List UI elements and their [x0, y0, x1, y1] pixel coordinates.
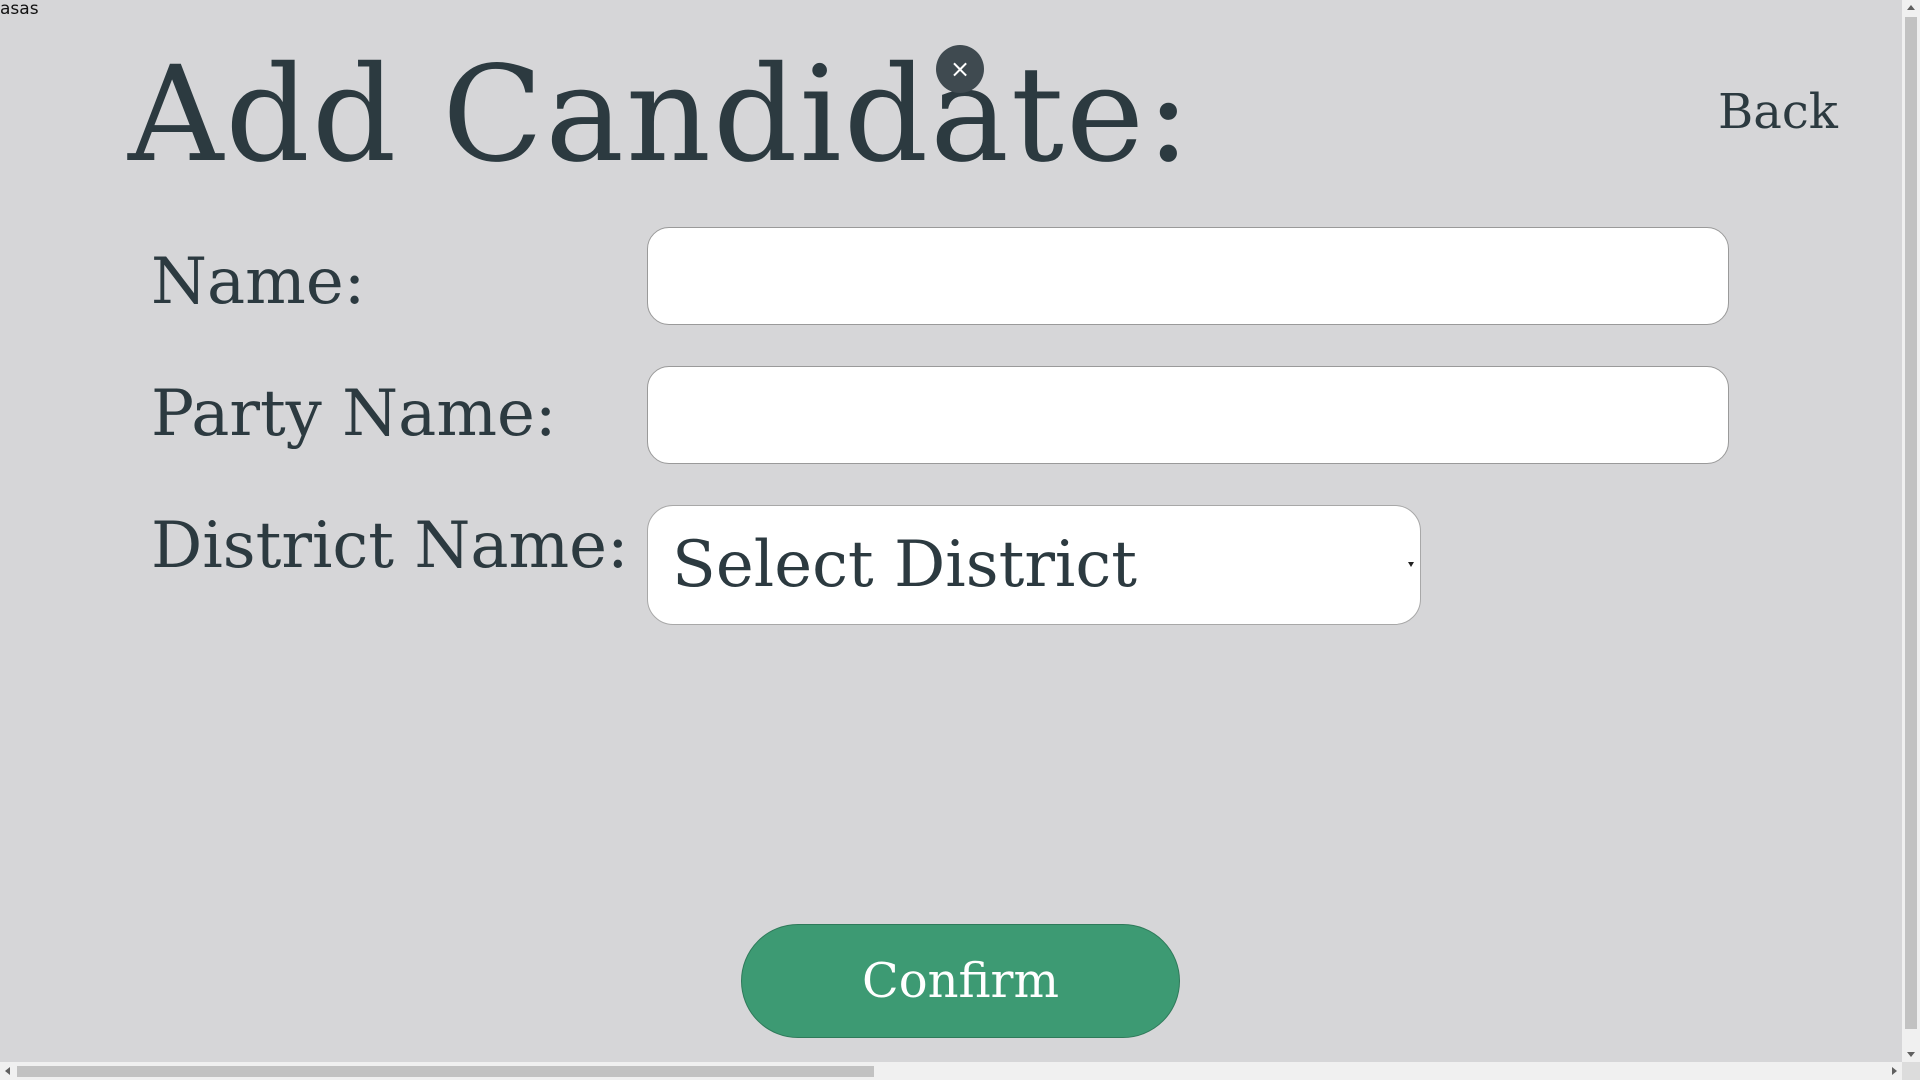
confirm-button-label: Confirm — [861, 953, 1059, 1009]
close-icon: × — [949, 55, 971, 83]
district-select-value: Select District — [672, 528, 1137, 602]
top-text: asas — [0, 0, 39, 19]
scroll-down-icon[interactable] — [1907, 1052, 1915, 1057]
back-link[interactable]: Back — [1718, 82, 1838, 142]
horizontal-scrollbar[interactable] — [0, 1062, 1902, 1080]
district-select[interactable]: Select District — [647, 505, 1421, 625]
scrollbar-corner — [1902, 1062, 1920, 1080]
vertical-scrollbar[interactable] — [1902, 0, 1920, 1062]
vertical-scroll-thumb[interactable] — [1905, 17, 1917, 1029]
scroll-up-icon[interactable] — [1907, 5, 1915, 10]
district-name-label: District Name: — [151, 509, 629, 583]
page-title: Add Candidate: — [128, 38, 1193, 192]
scroll-left-icon[interactable] — [5, 1067, 10, 1075]
party-name-input[interactable] — [647, 366, 1729, 464]
confirm-button[interactable]: Confirm — [741, 924, 1180, 1038]
page: asas Add Candidate: × Back Name: Party N… — [0, 0, 1920, 1080]
scroll-right-icon[interactable] — [1892, 1067, 1897, 1075]
name-label: Name: — [151, 245, 366, 319]
party-name-label: Party Name: — [151, 377, 557, 451]
close-button[interactable]: × — [936, 45, 984, 93]
dropdown-arrow-icon — [1408, 562, 1414, 567]
name-input[interactable] — [647, 227, 1729, 325]
horizontal-scroll-thumb[interactable] — [17, 1066, 874, 1077]
